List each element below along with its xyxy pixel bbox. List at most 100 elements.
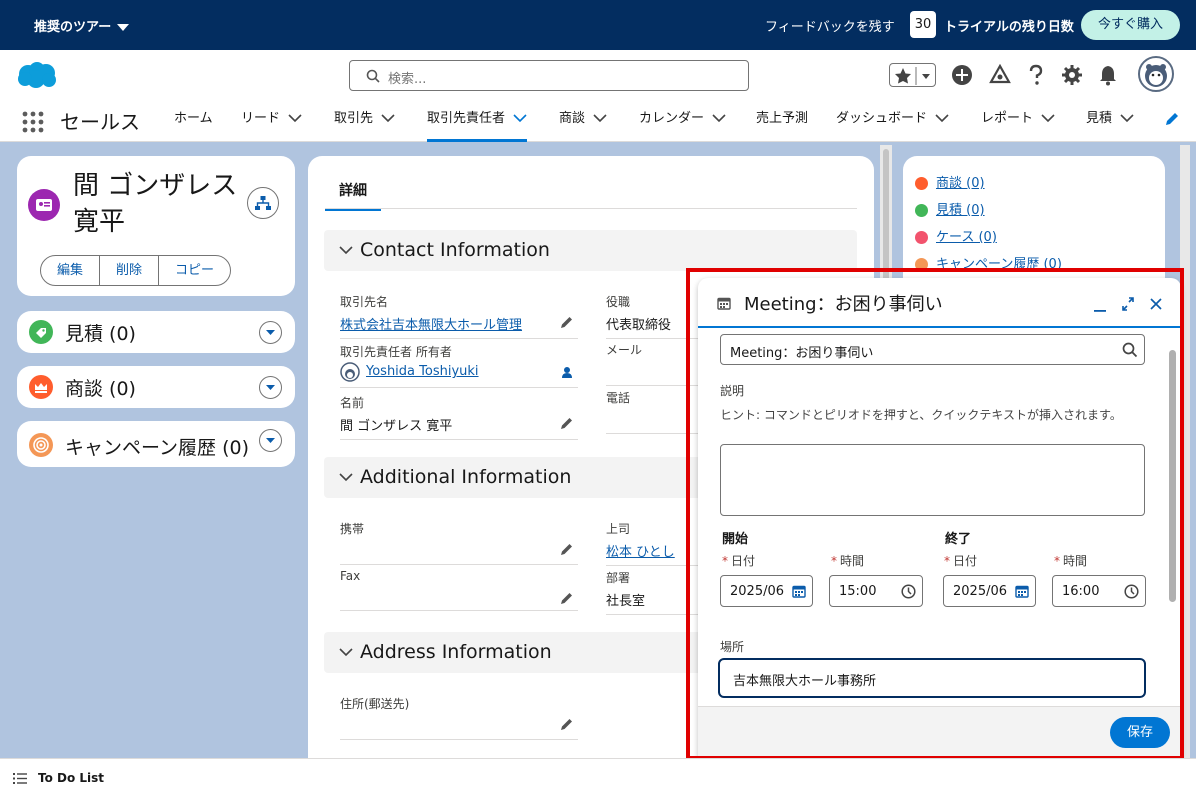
nav-tab-label: カレンダー: [639, 111, 705, 126]
nav-tab-label: 取引先責任者: [427, 111, 506, 126]
feedback-link[interactable]: フィードバックを残す: [765, 16, 895, 35]
gear-icon[interactable]: [1061, 64, 1083, 86]
chevron-down-icon[interactable]: [288, 114, 302, 123]
related-list-label: 商談 (0): [65, 378, 136, 400]
record-actions: 編集 削除 コピー: [40, 255, 232, 286]
related-list-label: 見積 (0): [65, 323, 136, 345]
search-placeholder: 検索...: [388, 72, 427, 87]
todo-list-button[interactable]: To Do List: [38, 771, 104, 785]
nav-tab[interactable]: ダッシュボード: [836, 96, 949, 142]
todo-list-icon: [13, 773, 27, 784]
edit-button[interactable]: 編集: [41, 256, 101, 285]
tab-divider: [325, 208, 857, 209]
favorites-button[interactable]: [889, 63, 936, 87]
chevron-down-icon[interactable]: [259, 376, 282, 399]
nav-tab[interactable]: ホーム: [174, 96, 213, 142]
quick-link-cases[interactable]: ケース (0): [915, 226, 997, 245]
field-label: 取引先責任者 所有者: [340, 345, 452, 359]
nav-tab[interactable]: 取引先: [334, 96, 395, 142]
nav-tab[interactable]: 売上予測: [756, 96, 808, 142]
delete-button[interactable]: 削除: [100, 256, 160, 285]
nav-tab-label: 売上予測: [756, 111, 809, 126]
highlight-frame: [686, 268, 1184, 760]
nav-tab-label: リード: [241, 111, 281, 126]
related-list-campaign-history[interactable]: キャンペーン履歴 (0): [17, 421, 295, 467]
trailhead-icon[interactable]: [989, 64, 1011, 86]
chevron-down-icon: [339, 246, 353, 255]
nav-tab[interactable]: リード: [241, 96, 302, 142]
field-value: 間 ゴンザレス 寛平: [340, 419, 453, 434]
tour-menu[interactable]: 推奨のツアー: [34, 16, 130, 35]
global-search-input[interactable]: 検索...: [349, 60, 749, 91]
quick-link-label: 商談 (0): [936, 176, 985, 191]
nav-tab-label: 商談: [559, 111, 586, 126]
field-label: 携帯: [340, 522, 365, 536]
help-icon[interactable]: [1027, 64, 1045, 86]
trial-label: トライアルの残り日数: [944, 20, 1074, 35]
chevron-down-icon[interactable]: [259, 429, 282, 452]
field-owner: 取引先責任者 所有者 Yoshida Toshiyuki: [340, 343, 578, 388]
pencil-icon[interactable]: [560, 315, 574, 329]
hierarchy-button[interactable]: [247, 187, 279, 219]
app-name: セールス: [60, 110, 140, 134]
app-nav-bar: セールス ホーム リード 取引先 取引先責任者 商談 カレンダー 売上予測 ダッシュボード レポ…: [0, 96, 1196, 142]
pencil-icon[interactable]: [560, 591, 574, 605]
salesforce-logo-icon[interactable]: [16, 60, 58, 94]
field-label: 名前: [340, 396, 365, 410]
nav-tab[interactable]: カレンダー: [639, 96, 726, 142]
global-header: 検索... セールス ホーム リード 取引先 取引先責任者 商談 カレンダー 売上予測 ダッシ…: [0, 50, 1196, 142]
chevron-down-icon[interactable]: [593, 114, 607, 123]
trial-days-badge: 30: [910, 11, 936, 38]
nav-tab[interactable]: 商談: [559, 96, 607, 142]
change-owner-icon[interactable]: [560, 365, 574, 379]
section-title: Additional Information: [360, 466, 572, 488]
field-label: 取引先名: [340, 295, 389, 309]
user-avatar[interactable]: [1138, 56, 1174, 92]
app-launcher-icon[interactable]: [22, 111, 44, 133]
chevron-down-icon[interactable]: [381, 114, 395, 123]
chevron-down-icon[interactable]: [259, 321, 282, 344]
pencil-icon[interactable]: [560, 542, 574, 556]
quote-icon: [29, 320, 53, 344]
utility-bar: To Do List: [0, 758, 1196, 798]
caret-down-icon: [117, 24, 130, 31]
bell-icon[interactable]: [1097, 64, 1119, 86]
chevron-down-icon[interactable]: [712, 114, 726, 123]
target-icon: [29, 433, 53, 457]
field-name: 名前 間 ゴンザレス 寛平: [340, 394, 578, 440]
chevron-down-icon[interactable]: [1041, 114, 1055, 123]
buy-now-button[interactable]: 今すぐ購入: [1081, 10, 1180, 40]
quick-link-opportunities[interactable]: 商談 (0): [915, 172, 985, 191]
owner-avatar-icon: [340, 362, 360, 382]
chevron-down-icon[interactable]: [935, 114, 949, 123]
contact-highlight-card: 間 ゴンザレス 寛平 編集 削除 コピー: [17, 156, 295, 296]
nav-tab[interactable]: レポート: [981, 96, 1055, 142]
pencil-icon[interactable]: [560, 416, 574, 430]
quick-link-label: ケース (0): [936, 230, 997, 245]
chevron-down-icon: [339, 473, 353, 482]
nav-tab-label: ホーム: [174, 111, 213, 126]
related-list-label: キャンペーン履歴 (0): [65, 437, 250, 459]
quick-link-quotes[interactable]: 見積 (0): [915, 199, 985, 218]
field-mobile: 携帯: [340, 520, 578, 565]
section-title: Contact Information: [360, 239, 550, 261]
section-contact-information[interactable]: Contact Information: [324, 230, 857, 271]
owner-link[interactable]: Yoshida Toshiyuki: [366, 364, 479, 379]
copy-button[interactable]: コピー: [159, 256, 230, 285]
nav-tab[interactable]: 見積: [1086, 96, 1134, 142]
field-account-name: 取引先名 株式会社吉本無限大ホール管理: [340, 293, 578, 339]
nav-tab-label: ダッシュボード: [836, 111, 928, 126]
field-label: 住所(郵送先): [340, 697, 410, 711]
edit-nav-icon[interactable]: [1164, 111, 1180, 127]
tab-details[interactable]: 詳細: [325, 180, 381, 211]
field-fax: Fax: [340, 569, 578, 611]
pencil-icon[interactable]: [560, 717, 574, 731]
account-link[interactable]: 株式会社吉本無限大ホール管理: [340, 314, 578, 333]
related-list-quotes[interactable]: 見積 (0): [17, 311, 295, 353]
related-list-opportunities[interactable]: 商談 (0): [17, 366, 295, 408]
nav-tab[interactable]: 取引先責任者: [427, 96, 528, 142]
star-icon: [895, 67, 930, 85]
chevron-down-icon[interactable]: [1120, 114, 1134, 123]
add-icon[interactable]: [951, 64, 973, 86]
chevron-down-icon[interactable]: [513, 114, 527, 123]
